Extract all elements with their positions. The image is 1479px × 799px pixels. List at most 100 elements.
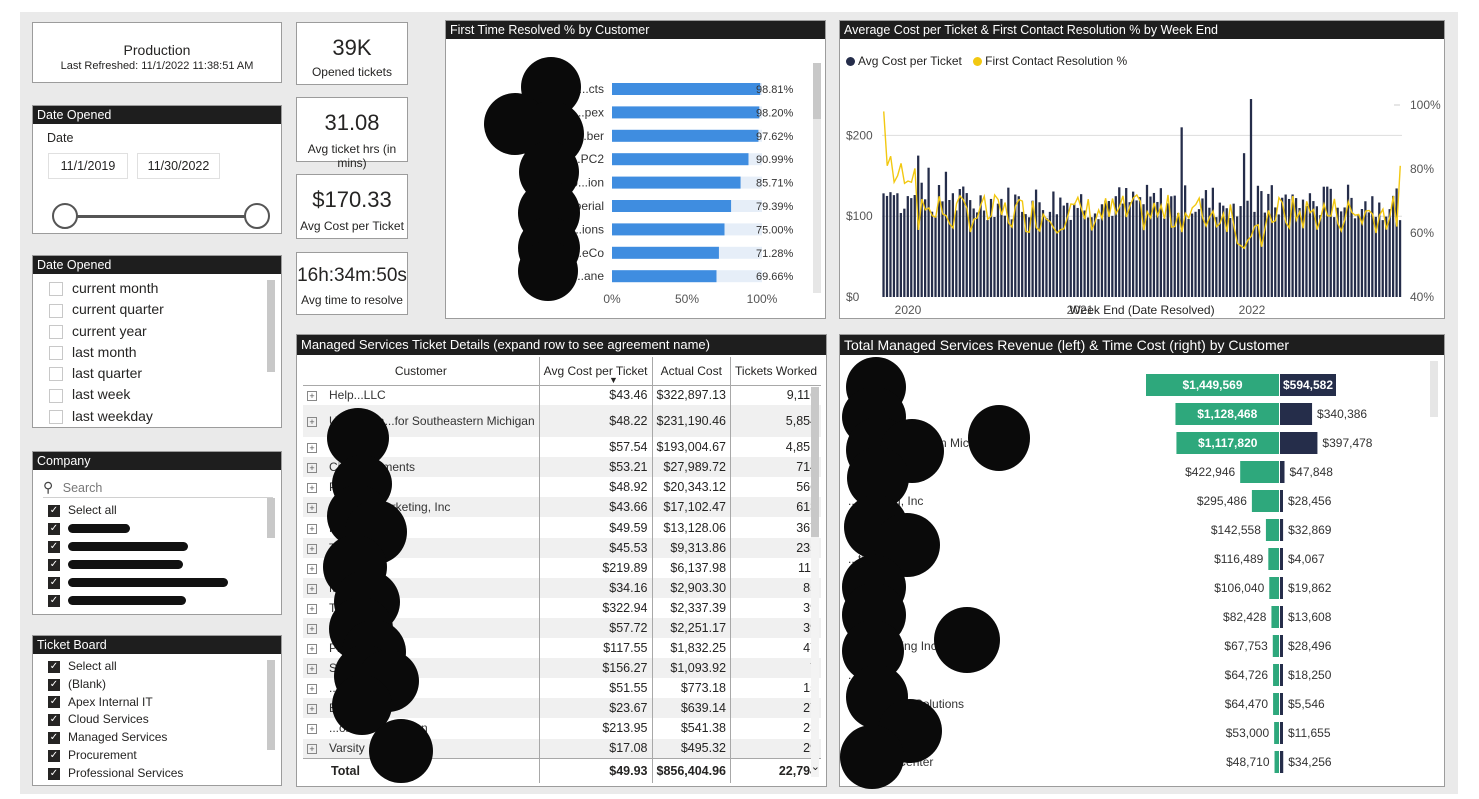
start-date-input[interactable]: 11/1/2019 (48, 153, 128, 179)
cost-column[interactable] (1048, 211, 1052, 297)
cost-column[interactable] (885, 195, 889, 297)
company-scrollbar[interactable] (267, 498, 275, 538)
cost-column[interactable] (1132, 191, 1135, 297)
cost-column[interactable] (913, 195, 916, 297)
cost-column[interactable] (1104, 200, 1107, 297)
col-avg-cost[interactable]: Avg Cost per Ticket (538, 357, 652, 386)
expand-icon[interactable]: + (307, 744, 317, 755)
cost-column[interactable] (1138, 197, 1142, 297)
expand-icon[interactable]: + (307, 543, 317, 554)
time-cost-bar[interactable] (1280, 693, 1283, 715)
cost-column[interactable] (1145, 184, 1149, 297)
time-cost-bar[interactable] (1280, 664, 1283, 686)
cost-column[interactable] (1034, 189, 1038, 297)
cost-column[interactable] (969, 200, 972, 297)
cost-column[interactable] (924, 199, 927, 297)
ftr-bar[interactable] (612, 176, 741, 189)
cost-column[interactable] (1256, 185, 1260, 297)
ticket-board-item[interactable]: ✓ Apex Internal IT (48, 695, 281, 713)
revenue-bar[interactable] (1271, 606, 1279, 628)
cost-column[interactable] (1398, 220, 1402, 297)
cost-column[interactable] (941, 201, 944, 297)
cost-column[interactable] (1357, 214, 1360, 297)
relative-scrollbar[interactable] (267, 280, 275, 372)
time-cost-bar[interactable] (1280, 635, 1283, 657)
cost-column[interactable] (1277, 214, 1280, 297)
cost-column[interactable] (1163, 218, 1166, 297)
cost-column[interactable] (986, 219, 989, 297)
col-tickets-worked[interactable]: Tickets Worked (730, 357, 822, 386)
ftr-bar[interactable] (612, 83, 761, 95)
time-cost-bar[interactable] (1280, 490, 1283, 512)
expand-icon[interactable]: + (307, 664, 317, 675)
cost-column[interactable] (976, 212, 979, 297)
cost-column[interactable] (1392, 195, 1395, 297)
cost-column[interactable] (948, 199, 951, 297)
cost-column[interactable] (892, 195, 896, 297)
time-cost-bar[interactable] (1280, 751, 1284, 773)
range-start-handle[interactable] (52, 203, 78, 229)
expand-icon[interactable]: + (307, 463, 317, 474)
expand-icon[interactable]: + (307, 724, 317, 735)
cost-column[interactable] (1246, 200, 1249, 297)
cost-column[interactable] (1128, 202, 1131, 297)
cost-column[interactable] (1125, 188, 1128, 297)
expand-icon[interactable]: + (307, 523, 317, 534)
time-cost-bar[interactable] (1280, 606, 1283, 628)
ftr-scrollbar[interactable] (813, 63, 821, 293)
ftr-bar[interactable] (612, 153, 749, 166)
expand-icon[interactable]: + (307, 583, 317, 594)
cost-column[interactable] (1305, 206, 1308, 297)
cost-column[interactable] (1298, 208, 1301, 297)
cost-column[interactable] (1187, 218, 1190, 297)
ftr-bar[interactable] (612, 246, 719, 259)
company-item[interactable]: ✓ (48, 575, 281, 593)
cost-column[interactable] (1045, 217, 1048, 297)
cost-column[interactable] (1319, 215, 1322, 297)
revenue-bar[interactable] (1251, 490, 1279, 512)
cost-column[interactable] (1371, 196, 1374, 297)
revenue-bar[interactable] (1268, 548, 1279, 570)
expand-icon[interactable]: + (307, 704, 317, 715)
cost-column[interactable] (1097, 219, 1100, 297)
cost-column[interactable] (906, 196, 909, 297)
cost-column[interactable] (1239, 206, 1242, 297)
relative-option[interactable]: last weekday (49, 408, 281, 429)
cost-column[interactable] (903, 208, 906, 297)
cost-column[interactable] (1329, 188, 1332, 297)
cost-column[interactable] (1333, 217, 1336, 297)
cost-column[interactable] (1229, 218, 1232, 297)
revenue-bar[interactable] (1265, 519, 1279, 541)
cost-column[interactable] (899, 213, 902, 297)
cost-column[interactable] (1367, 212, 1370, 297)
company-item[interactable]: ✓ (48, 539, 281, 557)
cost-column[interactable] (1121, 203, 1124, 297)
cost-column[interactable] (1381, 220, 1384, 297)
cost-column[interactable] (934, 216, 937, 297)
relative-option[interactable]: last quarter (49, 365, 281, 386)
cost-column[interactable] (1003, 215, 1006, 297)
relative-option[interactable]: last month (49, 344, 281, 365)
cost-column[interactable] (896, 193, 899, 297)
cost-column[interactable] (1225, 208, 1228, 297)
cost-column[interactable] (1184, 185, 1187, 297)
expand-icon[interactable]: + (307, 391, 317, 402)
cost-column[interactable] (1180, 127, 1183, 297)
time-cost-bar[interactable] (1280, 722, 1283, 744)
table-scrollbar[interactable] (811, 387, 819, 777)
cost-column[interactable] (1010, 219, 1013, 297)
cost-column[interactable] (1111, 215, 1114, 297)
revenue-bar[interactable] (1273, 664, 1279, 686)
ftr-bar[interactable] (612, 200, 732, 212)
cost-column[interactable] (1194, 211, 1197, 297)
cost-column[interactable] (1249, 99, 1253, 297)
revenue-bar[interactable] (1273, 693, 1279, 715)
cost-column[interactable] (930, 211, 934, 297)
chevron-down-icon[interactable]: ⌄ (811, 760, 820, 773)
end-date-input[interactable]: 11/30/2022 (137, 153, 220, 179)
expand-icon[interactable]: + (307, 503, 317, 514)
cost-column[interactable] (1281, 197, 1284, 297)
cost-column[interactable] (1052, 191, 1055, 297)
cost-column[interactable] (882, 193, 885, 297)
cost-column[interactable] (1073, 203, 1076, 297)
